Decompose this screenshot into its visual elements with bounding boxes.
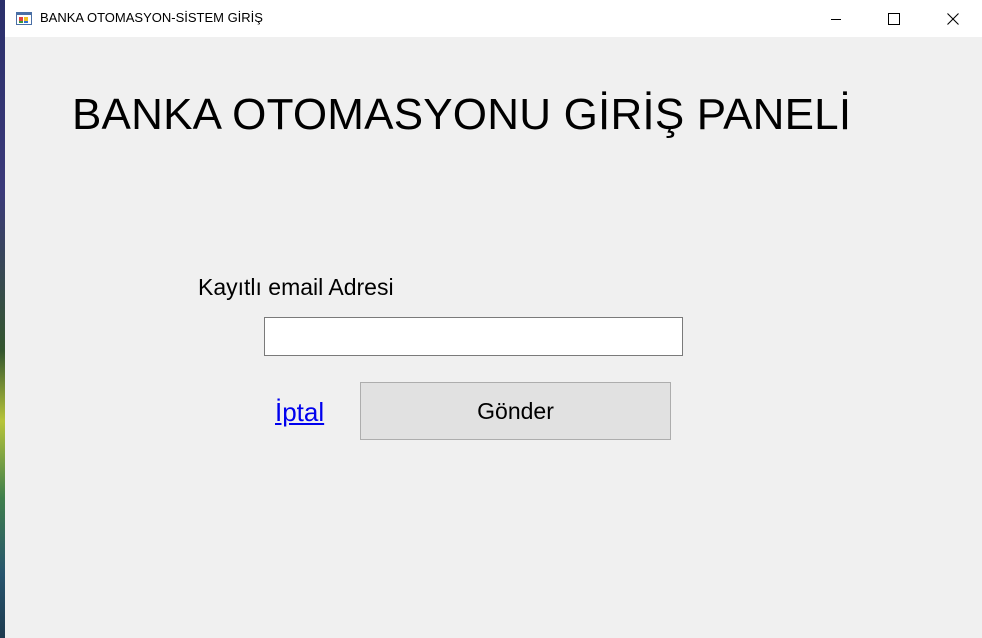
minimize-button[interactable] [807, 0, 865, 37]
cancel-link[interactable]: İptal [275, 396, 324, 428]
maximize-button[interactable] [865, 0, 923, 37]
windows-form-icon [16, 10, 32, 26]
close-icon [947, 12, 959, 25]
close-button[interactable] [924, 0, 982, 37]
login-window: BANKA OTOMASYON-SİSTEM GİRİŞ BANKA OTOMA… [5, 0, 982, 638]
page-title: BANKA OTOMASYONU GİRİŞ PANELİ [72, 90, 852, 139]
title-bar[interactable]: BANKA OTOMASYON-SİSTEM GİRİŞ [5, 0, 982, 37]
submit-button[interactable]: Gönder [360, 382, 671, 440]
email-field[interactable] [264, 317, 683, 356]
maximize-icon [888, 12, 900, 25]
window-title: BANKA OTOMASYON-SİSTEM GİRİŞ [40, 10, 263, 25]
email-label: Kayıtlı email Adresi [198, 274, 394, 300]
minimize-icon [830, 13, 842, 25]
